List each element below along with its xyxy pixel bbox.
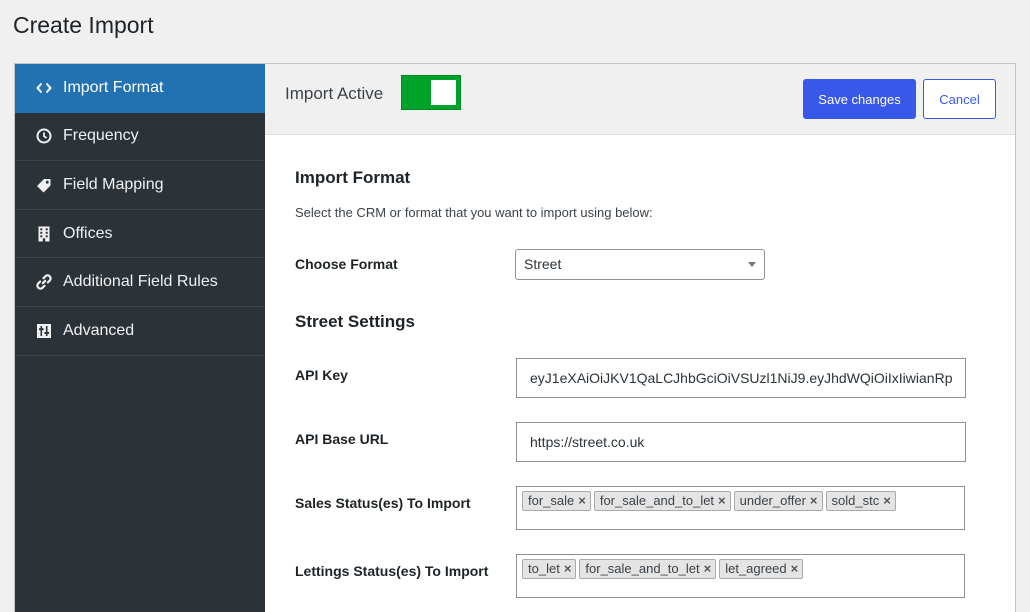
sales-status-tag[interactable]: sold_stc ×	[825, 491, 896, 511]
api-base-url-input[interactable]	[516, 422, 966, 462]
sidebar-item-label: Offices	[63, 224, 113, 242]
sales-status-tag[interactable]: under_offer ×	[733, 491, 823, 511]
close-icon[interactable]: ×	[578, 492, 586, 510]
api-key-label: API Key	[295, 367, 348, 383]
main-content: Import Active Save changes Cancel Import…	[265, 64, 1015, 612]
chevron-down-icon	[748, 262, 756, 267]
sidebar-item-label: Import Format	[63, 78, 164, 96]
lettings-status-label: Lettings Status(es) To Import	[295, 563, 489, 579]
api-key-input[interactable]	[516, 358, 966, 398]
sidebar-item-label: Field Mapping	[63, 175, 164, 193]
sidebar-item-label: Additional Field Rules	[63, 273, 218, 291]
sidebar-item-label: Frequency	[63, 127, 139, 145]
toggle-knob	[431, 80, 456, 105]
tag-icon	[36, 177, 52, 193]
import-settings-panel: Import Format Frequency Field Mapping Of…	[14, 63, 1016, 612]
sales-status-label: Sales Status(es) To Import	[295, 495, 471, 511]
sales-status-tag[interactable]: for_sale ×	[522, 491, 591, 511]
sidebar-item-field-mapping[interactable]: Field Mapping	[15, 161, 265, 210]
lettings-status-tag[interactable]: to_let ×	[522, 559, 577, 579]
import-active-label: Import Active	[285, 84, 384, 103]
sales-status-select[interactable]: for_sale × for_sale_and_to_let × under_offer…	[516, 486, 965, 530]
import-format-heading: Import Format	[295, 168, 411, 187]
import-format-description: Select the CRM or format that you want t…	[295, 205, 653, 220]
page-title: Create Import	[13, 12, 154, 38]
sidebar-item-offices[interactable]: Offices	[15, 210, 265, 259]
sales-status-tag[interactable]: for_sale_and_to_let ×	[593, 491, 731, 511]
api-base-url-label: API Base URL	[295, 431, 389, 447]
choose-format-label: Choose Format	[295, 256, 398, 272]
link-icon	[36, 274, 52, 290]
close-icon[interactable]: ×	[704, 560, 712, 578]
close-icon[interactable]: ×	[718, 492, 726, 510]
building-icon	[36, 226, 52, 242]
format-select-value: Street	[524, 256, 562, 272]
street-settings-heading: Street Settings	[295, 312, 415, 331]
lettings-status-select[interactable]: to_let × for_sale_and_to_let × let_agreed ×	[516, 554, 965, 598]
admin-tools-icon	[36, 323, 52, 339]
close-icon[interactable]: ×	[810, 492, 818, 510]
sidebar-item-import-format[interactable]: Import Format	[15, 64, 265, 113]
sidebar-item-additional-field-rules[interactable]: Additional Field Rules	[15, 258, 265, 307]
sidebar-item-label: Advanced	[63, 321, 135, 339]
clock-icon	[36, 128, 52, 144]
import-toolbar: Import Active Save changes Cancel	[265, 64, 1015, 135]
lettings-status-tag[interactable]: let_agreed ×	[719, 559, 804, 579]
close-icon[interactable]: ×	[791, 560, 799, 578]
code-icon	[36, 80, 52, 96]
close-icon[interactable]: ×	[883, 492, 891, 510]
import-active-toggle[interactable]	[401, 75, 461, 110]
save-button[interactable]: Save changes	[803, 79, 916, 119]
sidebar-nav: Import Format Frequency Field Mapping Of…	[15, 64, 265, 612]
sidebar-item-advanced[interactable]: Advanced	[15, 307, 265, 356]
format-select[interactable]: Street	[515, 249, 765, 280]
close-icon[interactable]: ×	[564, 560, 572, 578]
lettings-status-tag[interactable]: for_sale_and_to_let ×	[579, 559, 717, 579]
sidebar-item-frequency[interactable]: Frequency	[15, 113, 265, 162]
cancel-button[interactable]: Cancel	[923, 79, 996, 119]
